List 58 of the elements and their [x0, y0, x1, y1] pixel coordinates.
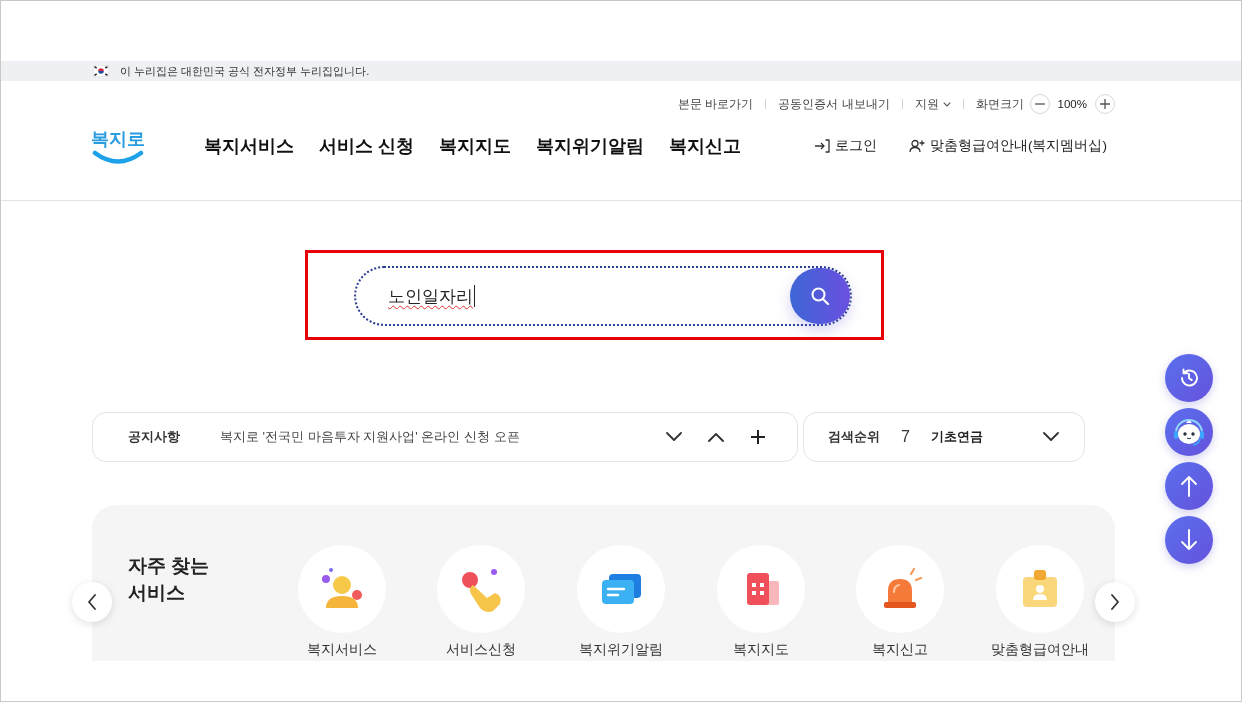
plus-icon — [1100, 99, 1110, 109]
ranking-label: 검색순위 — [828, 428, 881, 446]
nav-link[interactable]: 복지신고 — [669, 134, 741, 158]
message-icon — [577, 545, 665, 633]
service-link[interactable]: 복지위기알림 — [577, 545, 665, 658]
smile-icon — [92, 150, 144, 164]
search-icon — [810, 286, 830, 306]
support-dropdown[interactable]: 지원 — [914, 96, 951, 112]
flag-icon — [93, 65, 109, 77]
chatbot-button[interactable] — [1165, 408, 1213, 456]
service-link[interactable]: 서비스신청 — [437, 545, 526, 658]
login-link[interactable]: 로그인 — [814, 137, 877, 155]
person-plus-icon — [909, 139, 925, 153]
siren-icon — [856, 545, 945, 633]
pointing-hand-icon — [437, 545, 526, 633]
chevron-left-icon — [87, 594, 97, 610]
nav-link[interactable]: 복지위기알림 — [536, 134, 644, 158]
next-button[interactable] — [1095, 582, 1135, 622]
zoom-label: 화면크기 — [975, 96, 1024, 112]
arrow-down-icon — [1179, 529, 1199, 551]
arrow-up-icon — [1179, 475, 1199, 497]
minus-icon — [1034, 103, 1045, 105]
service-link[interactable]: 맞춤형급여안내 — [990, 545, 1089, 658]
service-link[interactable]: 복지신고 — [856, 545, 945, 658]
banner-text: 이 누리집은 대한민국 공식 전자정부 누리집입니다. — [120, 64, 370, 78]
service-link[interactable]: 복지지도 — [716, 545, 805, 658]
notice-link[interactable]: 복지로 '전국민 마음투자 지원사업' 온라인 신청 오픈 — [220, 428, 520, 446]
chevron-down-icon — [666, 432, 682, 442]
chevron-down-icon — [942, 101, 951, 107]
rank-number: 7 — [901, 428, 911, 446]
mascot-icon — [1172, 417, 1206, 447]
nav-link[interactable]: 복지서비스 — [204, 134, 294, 158]
id-card-icon — [995, 545, 1084, 633]
plus-icon — [750, 429, 766, 445]
zoom-value: 100% — [1057, 98, 1087, 110]
nav-link[interactable]: 복지지도 — [439, 134, 511, 158]
zoom-in-button[interactable] — [1095, 94, 1115, 114]
search-button[interactable] — [790, 268, 850, 324]
service-link[interactable]: 복지서비스 — [297, 545, 386, 658]
utility-link[interactable]: 공동인증서 내보내기 — [778, 96, 890, 112]
chevron-down-icon — [1043, 432, 1059, 442]
membership-link[interactable]: 맞춤형급여안내(복지멤버십) — [909, 137, 1107, 155]
scroll-down-button[interactable] — [1165, 516, 1213, 564]
nav-link[interactable]: 서비스 신청 — [319, 134, 414, 158]
building-icon — [716, 545, 805, 633]
notice-label: 공지사항 — [128, 428, 181, 446]
zoom-out-button[interactable] — [1029, 94, 1050, 114]
person-icon — [297, 545, 386, 633]
login-icon — [814, 139, 830, 153]
chevron-up-icon — [708, 432, 724, 442]
history-button[interactable] — [1165, 354, 1213, 402]
services-title: 자주 찾는 서비스 — [128, 554, 211, 605]
chevron-right-icon — [1110, 594, 1120, 610]
previous-button[interactable] — [72, 582, 112, 622]
ranking-keyword-link[interactable]: 기초연금 — [931, 428, 983, 446]
utility-link[interactable]: 본문 바로가기 — [678, 96, 754, 112]
search-field[interactable]: 노인일자리 — [354, 266, 852, 326]
scroll-up-button[interactable] — [1165, 462, 1213, 510]
